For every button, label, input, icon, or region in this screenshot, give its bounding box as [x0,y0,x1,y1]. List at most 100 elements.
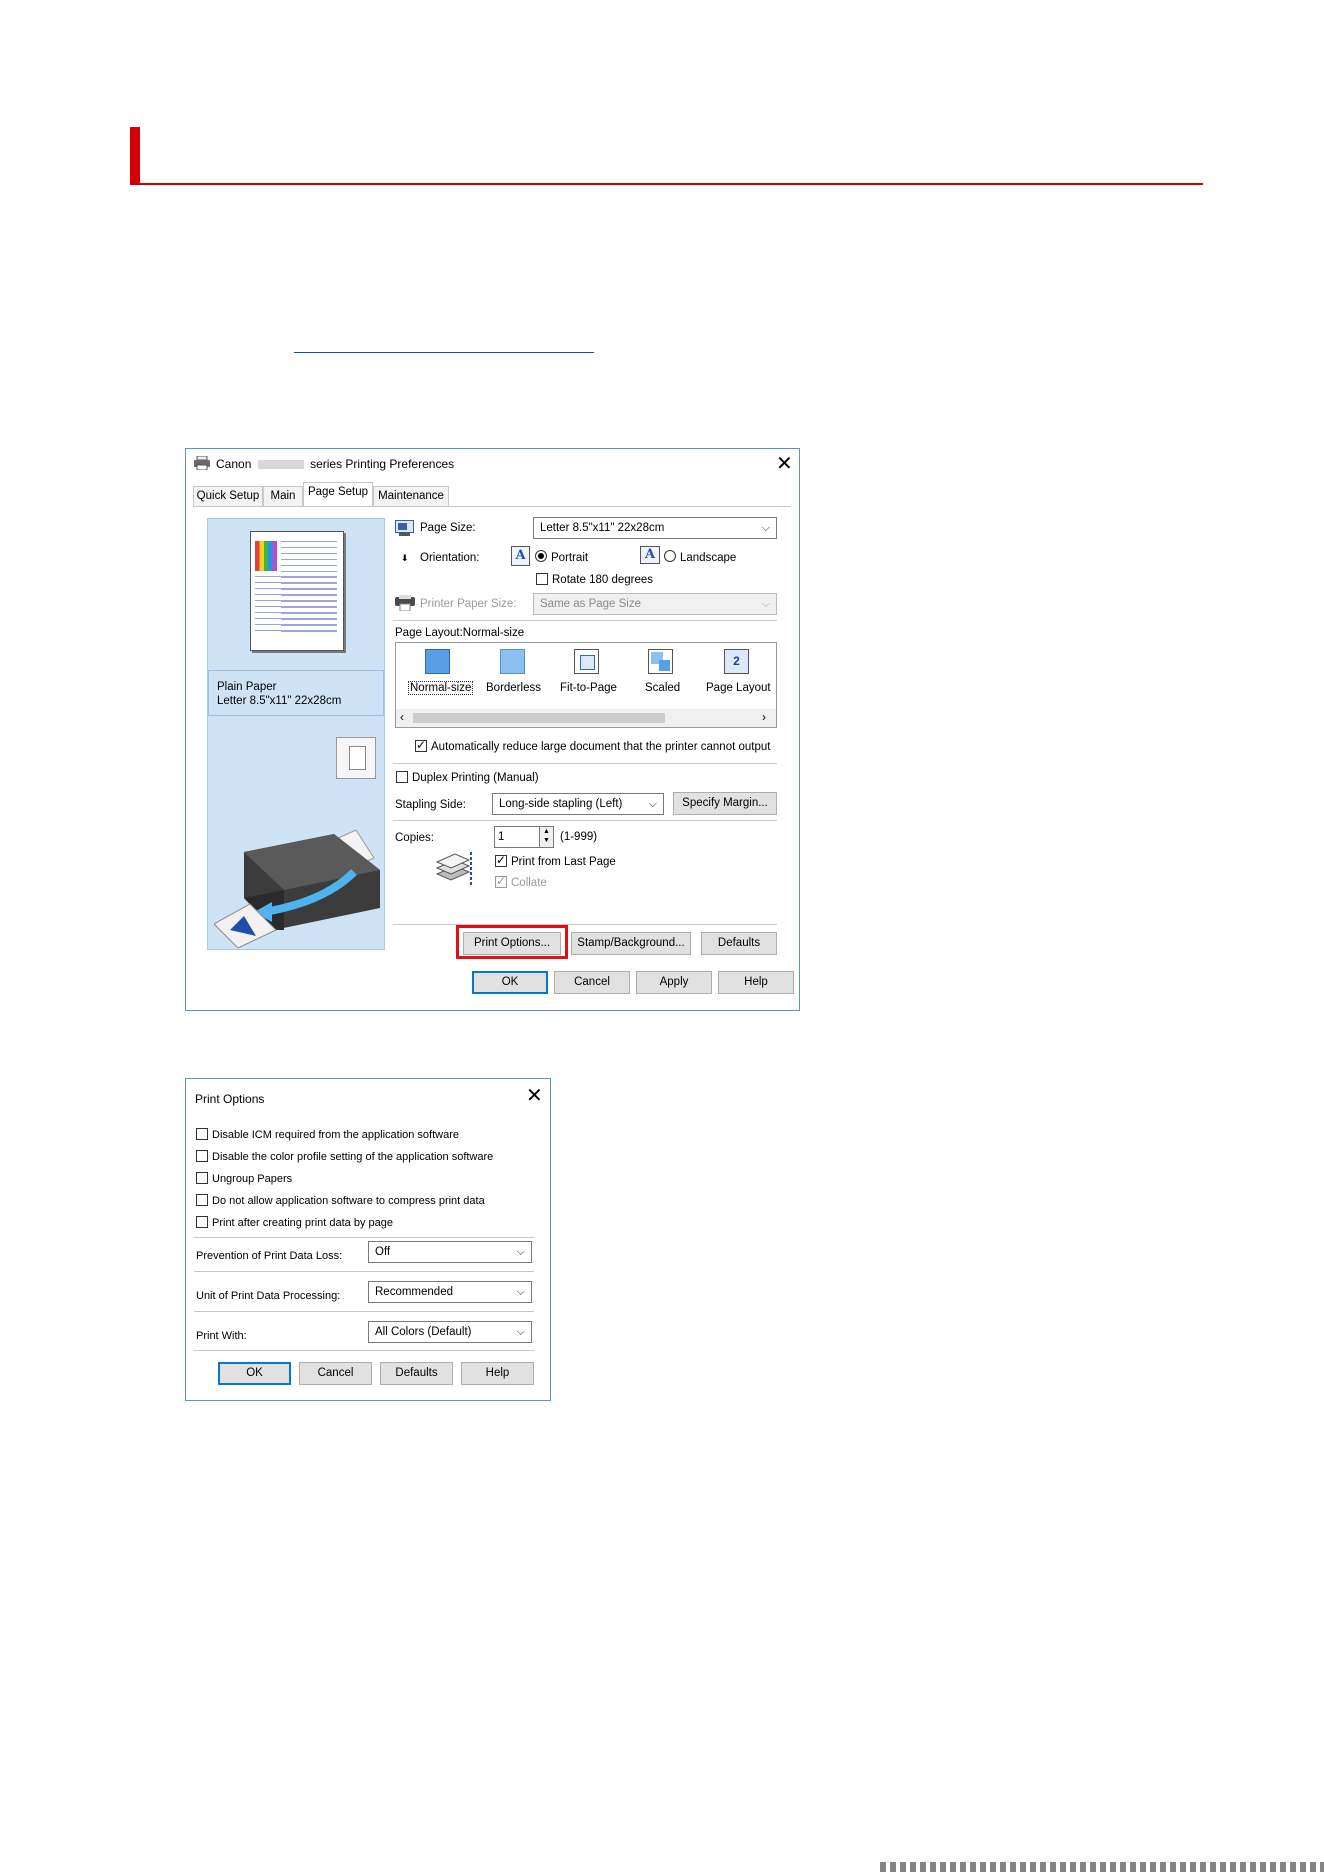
stapling-side-label: Stapling Side: [395,799,466,811]
separator [393,924,777,925]
auto-reduce-checkbox[interactable] [415,738,427,752]
page-link[interactable] [294,352,594,353]
scroll-right-icon[interactable]: › [762,710,766,724]
page-size-select[interactable]: Letter 8.5"x11" 22x28cm ⌵ [533,517,777,539]
collate-checkbox[interactable] [495,874,507,888]
unit-label: Unit of Print Data Processing: [196,1290,341,1302]
print-from-last-page-label: Print from Last Page [511,856,616,868]
portrait-icon: A [511,546,530,566]
copies-range: (1-999) [560,831,598,843]
orientation-arrow-icon: ⬇ [401,553,409,563]
landscape-label: Landscape [680,552,737,564]
copies-stepper[interactable]: ▲ ▼ [539,826,554,848]
portrait-label: Portrait [551,552,589,564]
option-checkbox-disable-icm[interactable] [196,1128,208,1140]
heading-accent-bar [130,127,140,185]
scroll-thumb[interactable] [413,713,665,723]
auto-reduce-label: Automatically reduce large document that… [431,741,771,753]
close-icon[interactable]: ✕ [776,451,793,476]
option-label: Disable ICM required from the applicatio… [212,1129,460,1141]
stamp-background-button[interactable]: Stamp/Background... [571,932,691,955]
option-checkbox-no-compress[interactable] [196,1194,208,1206]
rotate-180-checkbox[interactable] [536,573,548,585]
cancel-button[interactable]: Cancel [299,1362,372,1385]
prevention-select[interactable]: Off ⌵ [368,1241,532,1263]
printer-paper-size-icon [395,595,415,612]
rotate-180-label: Rotate 180 degrees [552,574,654,586]
copies-input[interactable]: 1 [494,826,540,848]
page-layout-label: Page Layout:Normal-size [395,627,525,639]
duplex-label: Duplex Printing (Manual) [412,772,539,784]
stapling-side-select[interactable]: Long-side stapling (Left) ⌵ [492,793,664,815]
page-preview [250,531,344,651]
ok-button[interactable]: OK [218,1362,291,1385]
media-info-box [208,670,384,716]
media-type-label: Plain Paper [217,681,277,693]
page-layout-icon[interactable]: 2 [724,649,749,674]
option-label: Do not allow application software to com… [212,1195,485,1207]
page-size-icon [395,520,414,536]
chevron-down-icon: ⌵ [516,1326,525,1338]
option-label: Ungroup Papers [212,1173,293,1185]
layout-scaled[interactable]: Scaled [645,682,680,694]
separator [194,1311,534,1312]
normal-size-icon[interactable] [425,649,450,674]
defaults-button[interactable]: Defaults [701,932,777,955]
tab-quick-setup[interactable]: Quick Setup [193,486,263,506]
copies-stack-icon [435,848,475,888]
option-checkbox-print-after-creating[interactable] [196,1216,208,1228]
separator [194,1237,534,1238]
separator [393,620,777,621]
tab-maintenance[interactable]: Maintenance [373,486,449,506]
fit-to-page-icon[interactable] [574,649,599,674]
print-from-last-page-checkbox[interactable] [495,853,507,867]
tab-main[interactable]: Main [263,486,303,506]
tab-underline [193,506,791,507]
horizontal-scrollbar[interactable]: ‹ › [396,709,776,727]
borderless-icon[interactable] [500,649,525,674]
cancel-button[interactable]: Cancel [554,971,630,994]
media-size-label: Letter 8.5"x11" 22x28cm [217,695,342,707]
print-options-button[interactable]: Print Options... [463,932,561,955]
option-checkbox-ungroup-papers[interactable] [196,1172,208,1184]
chevron-down-icon: ⌵ [761,598,770,610]
option-label: Disable the color profile setting of the… [212,1151,494,1163]
collate-label: Collate [511,877,547,889]
layout-normal-size[interactable]: Normal-size [407,681,474,695]
print-with-select[interactable]: All Colors (Default) ⌵ [368,1321,532,1343]
scroll-left-icon[interactable]: ‹ [400,710,404,724]
option-checkbox-disable-color-profile[interactable] [196,1150,208,1162]
layout-fit-to-page[interactable]: Fit-to-Page [560,682,617,694]
footer-decoration [880,1862,1324,1872]
printer-paper-size-label: Printer Paper Size: [420,598,517,610]
orientation-label: Orientation: [420,552,480,564]
redacted-model-name [257,460,304,470]
dialog-title: Canon series Printing Preferences [216,457,455,471]
help-button[interactable]: Help [718,971,794,994]
tab-page-setup[interactable]: Page Setup [303,482,373,507]
landscape-icon: A [640,546,660,564]
print-options-title: Print Options [195,1092,265,1106]
chevron-down-icon: ⌵ [516,1246,525,1258]
printer-paper-size-select[interactable]: Same as Page Size ⌵ [533,593,777,615]
duplex-checkbox[interactable] [396,771,408,783]
scaled-icon[interactable] [648,649,673,674]
specify-margin-button[interactable]: Specify Margin... [673,792,777,815]
help-button[interactable]: Help [461,1362,534,1385]
copies-label: Copies: [395,832,434,844]
close-icon[interactable]: ✕ [526,1083,543,1108]
layout-page-layout[interactable]: Page Layout [706,682,771,694]
unit-select[interactable]: Recommended ⌵ [368,1281,532,1303]
orientation-preview-icon [336,737,376,779]
chevron-down-icon: ⌵ [648,798,657,810]
layout-borderless[interactable]: Borderless [486,682,541,694]
chevron-down-icon: ⌵ [761,522,770,534]
prevention-label: Prevention of Print Data Loss: [196,1250,343,1262]
landscape-radio[interactable] [664,550,676,562]
ok-button[interactable]: OK [472,971,548,994]
printer-illustration [213,812,384,949]
apply-button[interactable]: Apply [636,971,712,994]
defaults-button[interactable]: Defaults [380,1362,453,1385]
separator [194,1271,534,1272]
portrait-radio[interactable] [535,550,547,562]
